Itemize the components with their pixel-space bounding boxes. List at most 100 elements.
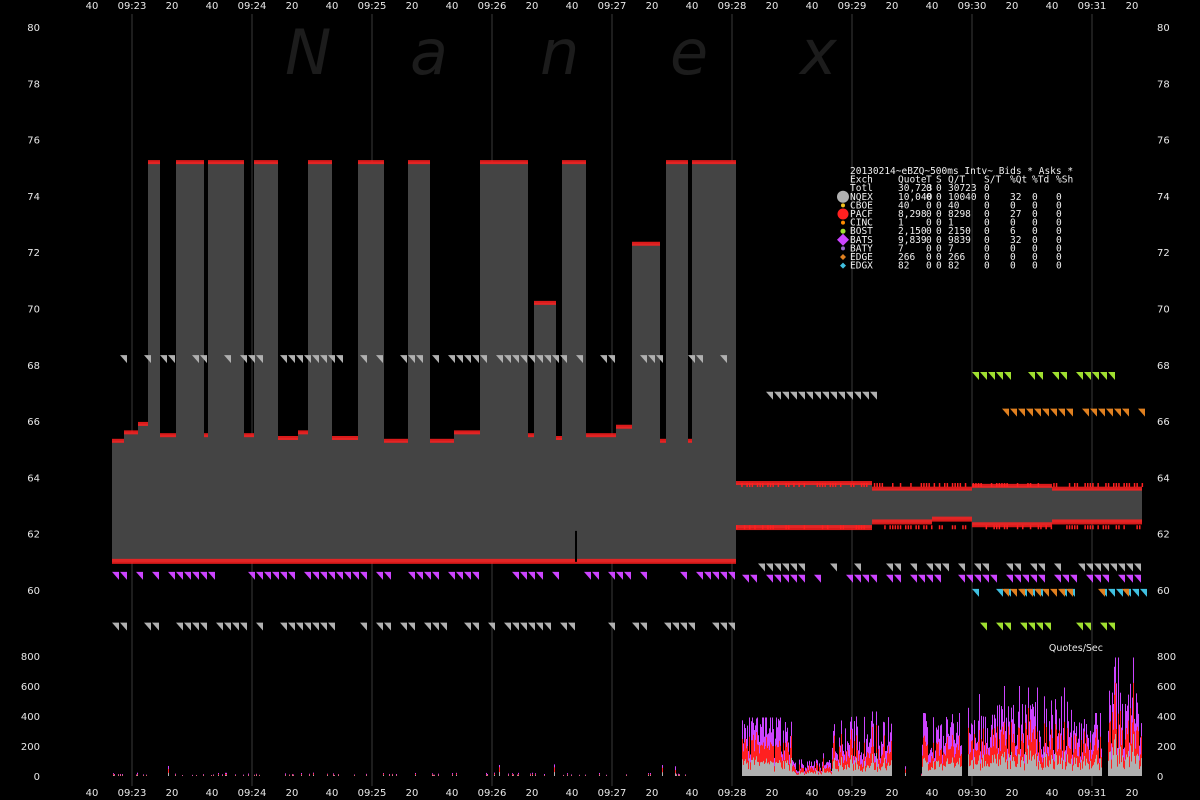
price-tick-left: 72 bbox=[27, 248, 40, 259]
qps-bar bbox=[1136, 755, 1137, 776]
quote-stripe bbox=[829, 483, 832, 488]
qps-bar bbox=[749, 758, 750, 776]
time-tick-top: 40 bbox=[566, 1, 579, 12]
price-tick-right: 66 bbox=[1157, 417, 1170, 428]
nbbo-segment bbox=[586, 435, 616, 562]
qps-bar bbox=[974, 757, 975, 776]
bid-fringe bbox=[160, 558, 176, 564]
time-axis-top: 40 09:23 20 40 09:24 20 40 09:25 20 40 09:26 20 40 09… bbox=[86, 1, 1139, 12]
qps-bar bbox=[952, 757, 953, 776]
time-tick-top: 20 bbox=[1006, 1, 1019, 12]
legend-cell: 0 bbox=[984, 261, 990, 272]
time-tick-top: 20 bbox=[406, 1, 419, 12]
nbbo-segment bbox=[408, 162, 430, 562]
quote-stripe bbox=[910, 483, 912, 488]
qps-bar bbox=[756, 756, 757, 776]
qps-bar bbox=[122, 775, 123, 776]
bid-fringe bbox=[688, 558, 692, 564]
qps-bar bbox=[937, 761, 938, 776]
qps-bar bbox=[936, 761, 937, 776]
time-tick-bottom: 09:24 bbox=[238, 788, 267, 799]
qps-bar bbox=[1003, 757, 1004, 776]
qps-bar bbox=[1092, 766, 1093, 776]
ask-fringe bbox=[176, 160, 192, 165]
qps-bar bbox=[849, 767, 850, 776]
bid-fringe bbox=[244, 558, 254, 564]
quote-stripe bbox=[1027, 483, 1029, 488]
quote-stripe bbox=[1022, 525, 1024, 530]
qps-bar bbox=[955, 766, 956, 776]
qps-bar bbox=[998, 766, 999, 776]
quote-stripe bbox=[1141, 483, 1144, 488]
qps-bar bbox=[844, 768, 845, 776]
qps-bar bbox=[1114, 739, 1115, 776]
qps-bar bbox=[1035, 753, 1036, 776]
qps-bar bbox=[778, 762, 779, 776]
qps-bar bbox=[113, 775, 114, 776]
qps-bar bbox=[776, 761, 777, 776]
qps-bar bbox=[1111, 768, 1112, 776]
qps-bar bbox=[959, 757, 960, 776]
qps-bar bbox=[1028, 745, 1029, 776]
qps-bar bbox=[787, 760, 788, 776]
nbbo-segment bbox=[666, 162, 688, 562]
qps-bar bbox=[1084, 755, 1085, 776]
qps-bar bbox=[799, 770, 800, 776]
qps-bar bbox=[935, 769, 936, 776]
qps-bar bbox=[1049, 760, 1050, 776]
qps-bar bbox=[869, 767, 870, 776]
qps-bar bbox=[829, 771, 830, 776]
qps-bar bbox=[831, 774, 832, 776]
qps-bar bbox=[1024, 770, 1025, 776]
qps-bar bbox=[766, 758, 767, 776]
quote-stripe bbox=[853, 483, 855, 488]
bid-fringe bbox=[332, 558, 358, 564]
qps-bar bbox=[626, 775, 627, 776]
bid-fringe bbox=[176, 558, 192, 564]
nbbo-segment bbox=[972, 485, 1052, 526]
qps-bar bbox=[1020, 767, 1021, 776]
qps-bar bbox=[1015, 766, 1016, 776]
qps-bar bbox=[751, 759, 752, 776]
qps-bar bbox=[940, 764, 941, 776]
qps-bar bbox=[1008, 753, 1009, 776]
qps-bar bbox=[383, 774, 384, 776]
qps-bar bbox=[1006, 759, 1007, 776]
bid-fringe bbox=[586, 558, 616, 564]
qps-bar bbox=[767, 763, 768, 776]
quote-stripe bbox=[1053, 483, 1055, 488]
qps-bar bbox=[120, 775, 121, 776]
qps-bar bbox=[824, 772, 825, 776]
price-tick-right: 70 bbox=[1157, 305, 1170, 316]
quote-stripe bbox=[933, 483, 936, 488]
quote-stripe bbox=[980, 483, 982, 488]
qps-bar bbox=[891, 760, 892, 776]
quote-stripe bbox=[1071, 525, 1073, 530]
legend-cell: 0 bbox=[936, 261, 942, 272]
qps-bar bbox=[979, 755, 980, 776]
time-tick-top: 09:30 bbox=[958, 1, 987, 12]
price-tick-left: 62 bbox=[27, 530, 40, 541]
qps-bar bbox=[870, 765, 871, 776]
qps-bar bbox=[675, 773, 676, 776]
watermark-letter: N bbox=[285, 16, 331, 89]
qps-bar bbox=[975, 764, 976, 776]
qps-bar bbox=[921, 775, 922, 776]
qps-bar bbox=[856, 757, 857, 776]
qps-bar bbox=[825, 772, 826, 776]
qps-bar bbox=[1071, 758, 1072, 776]
ask-fringe bbox=[616, 424, 632, 429]
qps-bar bbox=[868, 765, 869, 776]
qps-bar bbox=[929, 769, 930, 776]
qps-bar bbox=[1025, 752, 1026, 776]
qps-bar bbox=[396, 775, 397, 776]
time-tick-bottom: 40 bbox=[686, 788, 699, 799]
qps-bar bbox=[1135, 763, 1136, 776]
qps-bar bbox=[1036, 766, 1037, 776]
quote-stripe bbox=[1068, 525, 1071, 530]
quote-stripe bbox=[944, 483, 946, 488]
qps-bar bbox=[256, 775, 257, 776]
qps-bar bbox=[810, 772, 811, 776]
bid-fringe bbox=[872, 519, 932, 525]
qps-bar bbox=[1017, 763, 1018, 776]
